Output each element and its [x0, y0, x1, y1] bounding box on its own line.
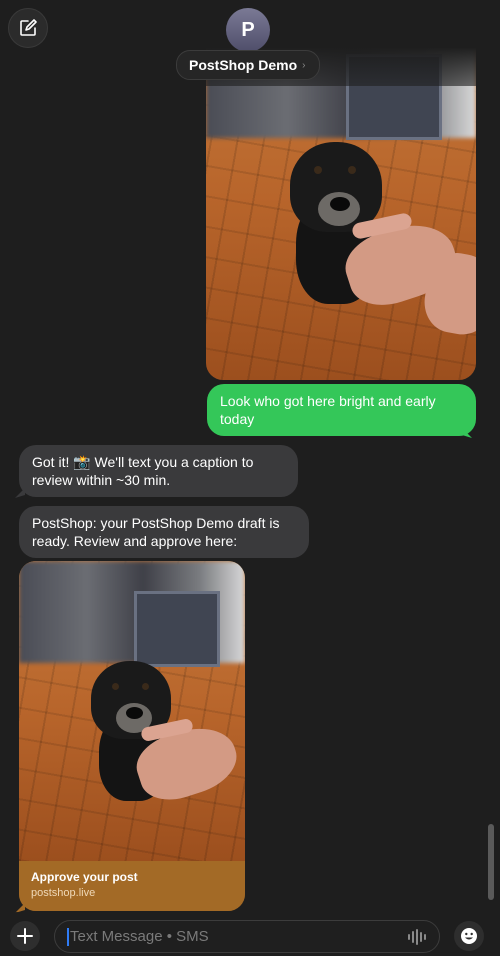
incoming-message[interactable]: Got it! 📸 We'll text you a caption to re… [19, 445, 298, 497]
contact-name: PostShop Demo [189, 57, 298, 73]
contact-initial: P [241, 18, 255, 41]
link-url: postshop.live [31, 887, 96, 899]
compose-icon [20, 19, 37, 36]
text-caret [67, 927, 69, 946]
link-preview-image [19, 561, 245, 861]
message-input[interactable]: Text Message • SMS [54, 920, 440, 953]
scrollbar[interactable] [488, 824, 494, 900]
link-preview-footer: Approve your post postshop.live [19, 861, 245, 911]
chevron-right-icon: › [302, 59, 306, 71]
plus-icon [17, 928, 33, 944]
emoji-button[interactable] [454, 921, 484, 951]
message-text: Got it! 📸 We'll text you a caption to re… [32, 454, 254, 488]
add-attachment-button[interactable] [10, 921, 40, 951]
message-text: PostShop: your PostShop Demo draft is re… [32, 515, 280, 549]
incoming-message[interactable]: PostShop: your PostShop Demo draft is re… [19, 506, 309, 558]
contact-name-button[interactable]: PostShop Demo › [176, 50, 321, 80]
emoji-icon [461, 928, 477, 944]
compose-button[interactable] [8, 8, 48, 48]
link-preview-card[interactable]: Approve your post postshop.live [19, 561, 245, 911]
link-title: Approve your post [31, 870, 138, 884]
message-input-placeholder: Text Message • SMS [70, 928, 209, 945]
bubble-tail [15, 488, 25, 498]
waveform-icon[interactable] [407, 929, 427, 945]
message-text: Look who got here bright and early today [220, 393, 436, 427]
outgoing-message[interactable]: Look who got here bright and early today [207, 384, 476, 436]
contact-avatar[interactable]: P [226, 8, 270, 52]
